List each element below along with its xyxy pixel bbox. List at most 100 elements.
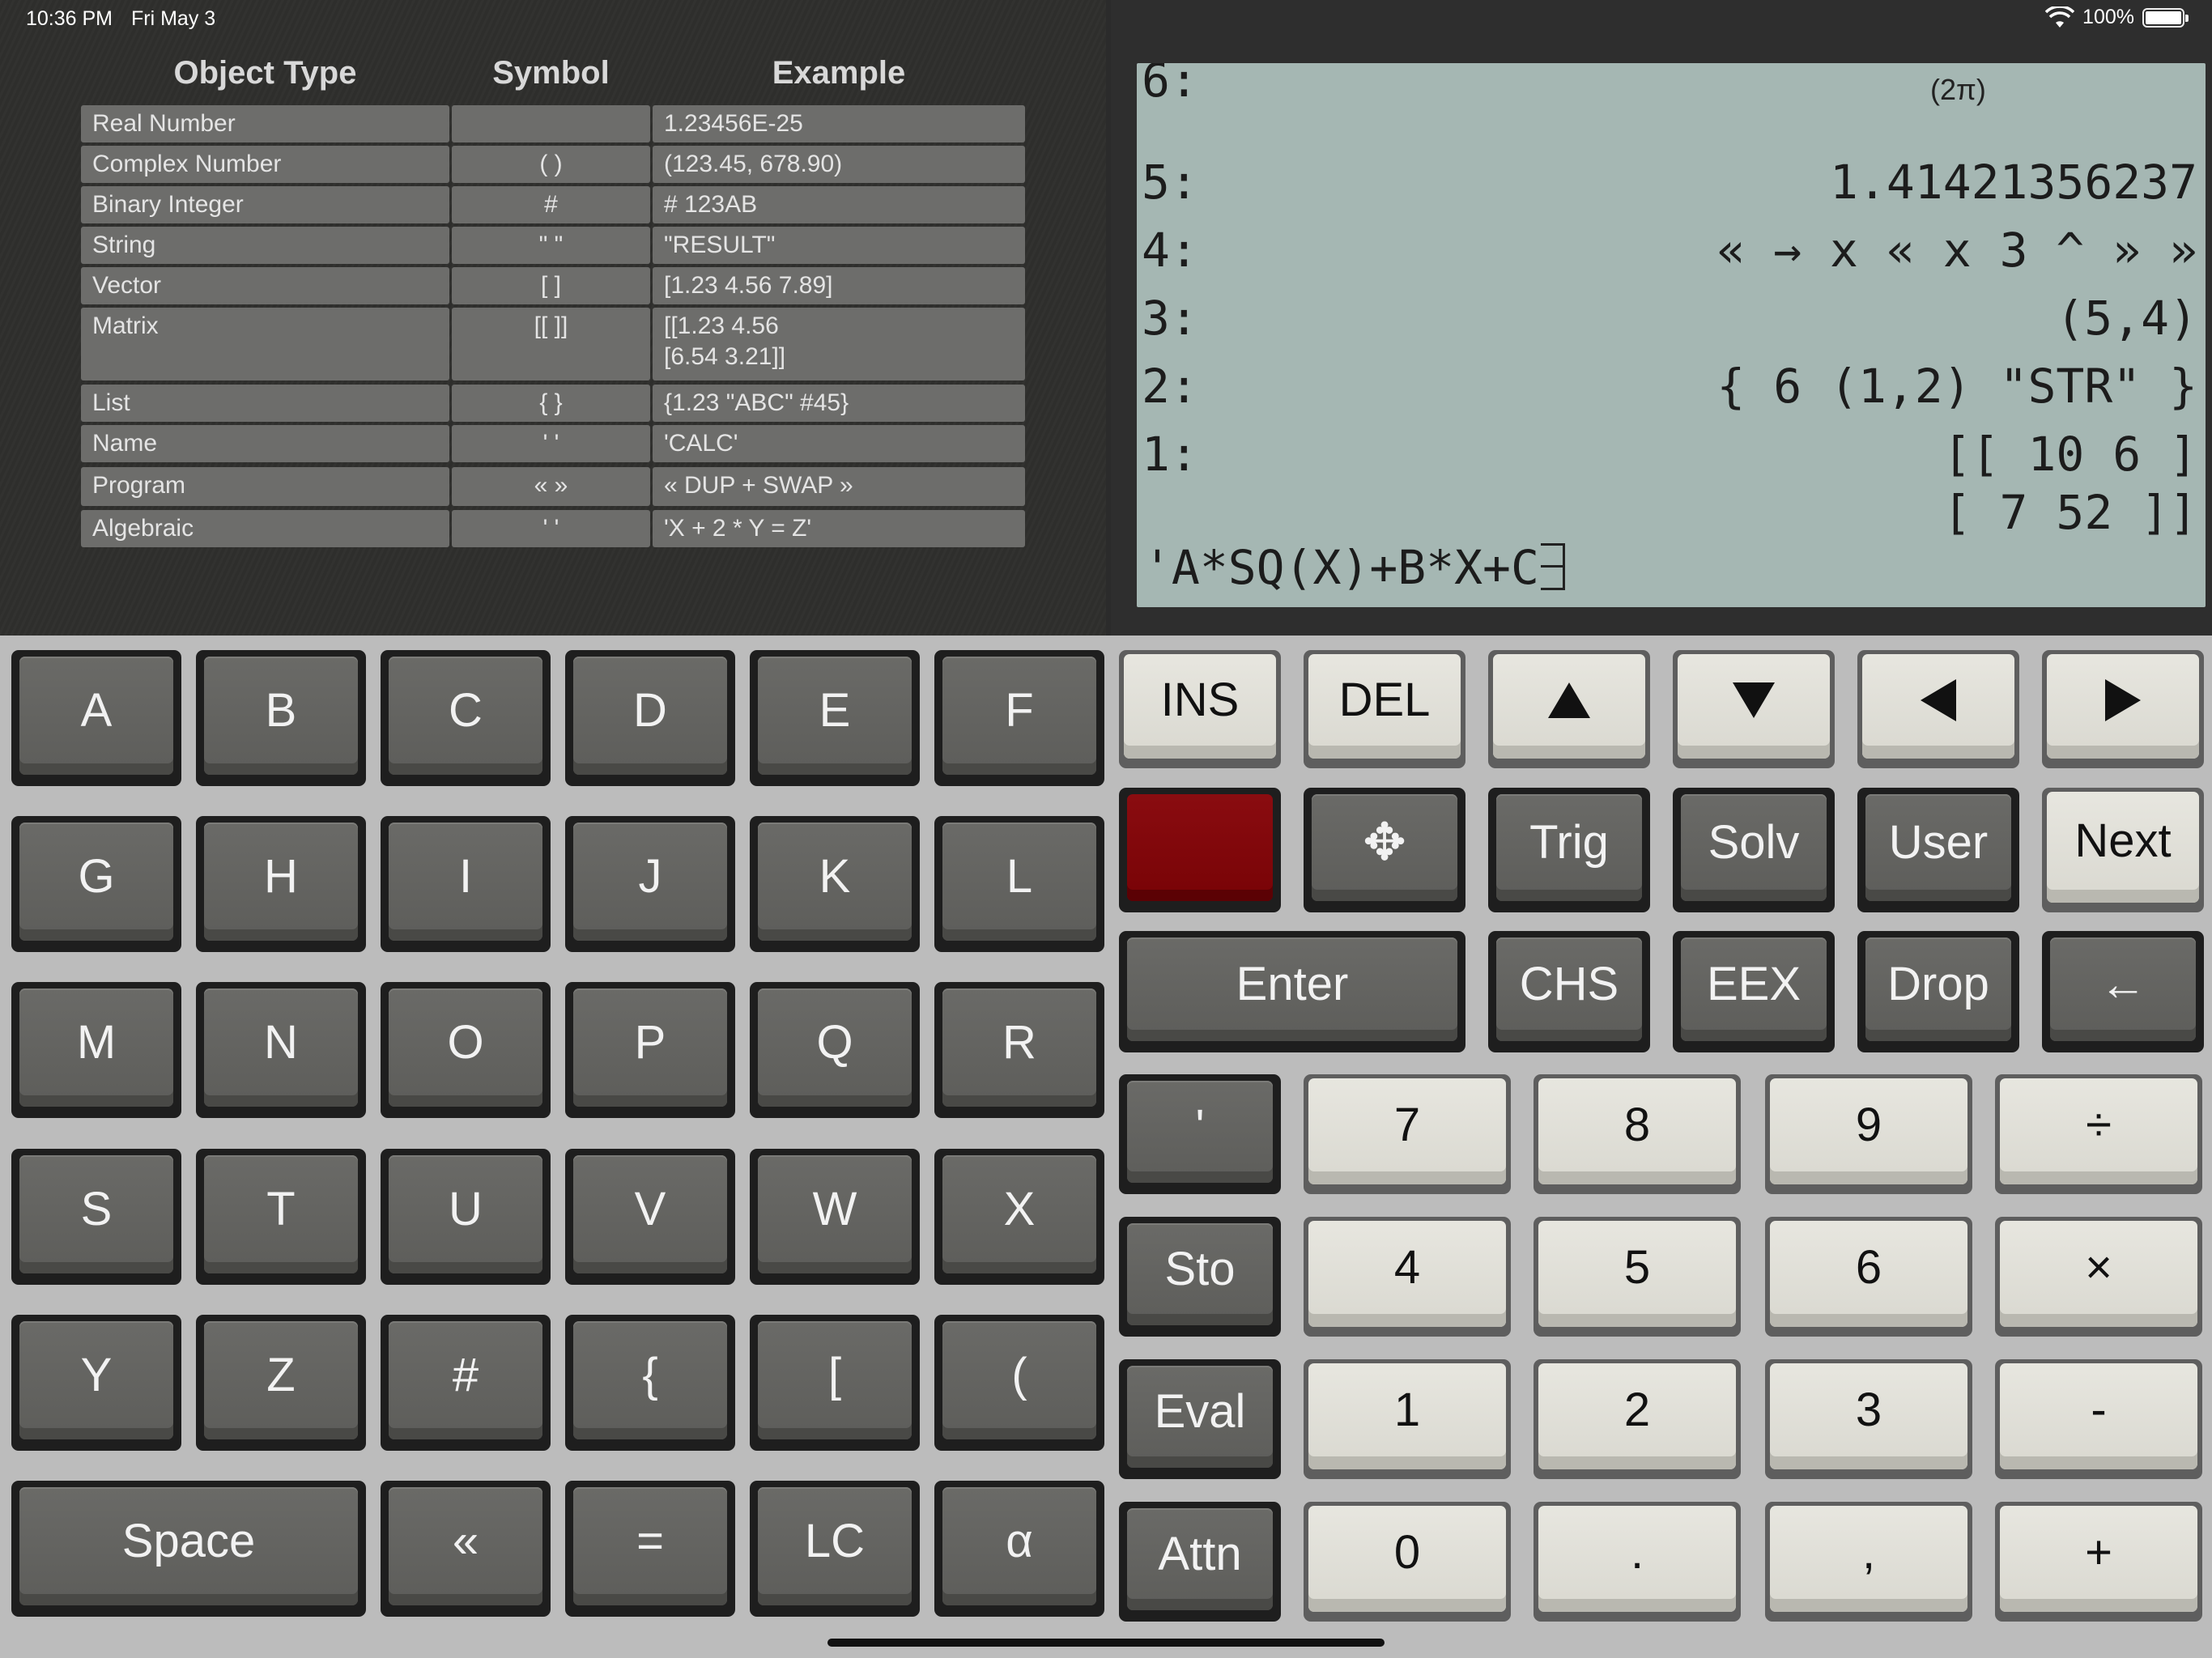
alpha-key-4-2[interactable]: # (381, 1315, 551, 1451)
alpha-key-2-2[interactable]: O (381, 982, 551, 1118)
cursor-up-key[interactable] (1488, 650, 1650, 768)
cursor-down-key[interactable] (1673, 650, 1835, 768)
num-key-3-1[interactable]: . (1534, 1502, 1741, 1622)
num-key-1-3[interactable]: × (1995, 1217, 2202, 1337)
status-date: Fri May 3 (131, 7, 216, 30)
alpha-key-1-1[interactable]: H (196, 816, 366, 952)
alpha-key-1-4[interactable]: K (750, 816, 920, 952)
cursor-left-key[interactable] (1857, 650, 2019, 768)
alpha-key-3-1[interactable]: T (196, 1149, 366, 1285)
ref-example-cell: 1.23456E-25 (653, 105, 1025, 142)
num-key-1-0[interactable]: 4 (1304, 1217, 1511, 1337)
alpha-key-3-0[interactable]: S (11, 1149, 181, 1285)
alpha-key-0-0[interactable]: A (11, 650, 181, 786)
cursor-right-key[interactable] (2042, 650, 2204, 768)
alpha-key-2-0-label: M (19, 988, 173, 1107)
alpha-key-1-0[interactable]: G (11, 816, 181, 952)
num-key-0-3[interactable]: ÷ (1995, 1074, 2202, 1194)
user-key[interactable]: User (1857, 788, 2019, 912)
alpha-key-3-3[interactable]: V (565, 1149, 735, 1285)
stack-level-5: 5: 1.41421356237 (1142, 154, 2197, 210)
num-key-2-1[interactable]: 2 (1534, 1359, 1741, 1479)
shift-key[interactable] (1119, 788, 1281, 912)
ref-example-cell: "RESULT" (653, 227, 1025, 264)
num-key-2-3[interactable]: - (1995, 1359, 2202, 1479)
alpha-key-4-3-label: { (573, 1321, 727, 1439)
lowercase-key[interactable]: LC (750, 1481, 920, 1617)
equals-key[interactable]: = (565, 1481, 735, 1617)
shift-key-label (1127, 794, 1273, 901)
command-line[interactable]: 'A*SQ(X)+B*X+C (1143, 539, 1565, 596)
alpha-key-2-3[interactable]: P (565, 982, 735, 1118)
home-indicator[interactable] (827, 1639, 1385, 1647)
alpha-key-4-5[interactable]: ( (934, 1315, 1104, 1451)
num-key-1-2-label: 6 (1770, 1221, 1967, 1327)
drop-key[interactable]: Drop (1857, 931, 2019, 1052)
alpha-key-4-3[interactable]: { (565, 1315, 735, 1451)
alpha-key-0-3[interactable]: D (565, 650, 735, 786)
sto-key[interactable]: Sto (1119, 1217, 1281, 1337)
next-key[interactable]: Next (2042, 788, 2204, 912)
alpha-key[interactable]: α (934, 1481, 1104, 1617)
cursor-mode-key[interactable]: ✥ (1304, 788, 1465, 912)
num-key-1-2[interactable]: 6 (1765, 1217, 1972, 1337)
alpha-key-4-4[interactable]: [ (750, 1315, 920, 1451)
alpha-key-1-2-label: I (389, 823, 542, 941)
alpha-key-1-2[interactable]: I (381, 816, 551, 952)
solv-key[interactable]: Solv (1673, 788, 1835, 912)
alpha-key-4-0[interactable]: Y (11, 1315, 181, 1451)
eval-key[interactable]: Eval (1119, 1359, 1281, 1479)
alpha-key-2-1[interactable]: N (196, 982, 366, 1118)
trig-key-label: Trig (1496, 794, 1642, 901)
alpha-key-label: α (942, 1487, 1096, 1605)
num-key-3-3[interactable]: + (1995, 1502, 2202, 1622)
alpha-key-2-0[interactable]: M (11, 982, 181, 1118)
num-key-1-1[interactable]: 5 (1534, 1217, 1741, 1337)
del-key[interactable]: DEL (1304, 650, 1465, 768)
alpha-key-0-2[interactable]: C (381, 650, 551, 786)
num-key-0-0[interactable]: 7 (1304, 1074, 1511, 1194)
ref-type-cell: Matrix (81, 308, 449, 380)
left-arrow-icon (1921, 678, 1956, 721)
alpha-key-4-5-label: ( (942, 1321, 1096, 1439)
stack-level-4: 4: « → x « x 3 ^ » » (1142, 222, 2197, 278)
num-key-3-2[interactable]: , (1765, 1502, 1972, 1622)
chs-key[interactable]: CHS (1488, 931, 1650, 1052)
alpha-key-3-5[interactable]: X (934, 1149, 1104, 1285)
alpha-key-0-5[interactable]: F (934, 650, 1104, 786)
header-symbol: Symbol (492, 55, 610, 91)
ref-type-cell: Name (81, 425, 449, 462)
num-key-3-0[interactable]: 0 (1304, 1502, 1511, 1622)
num-key-1-3-label: × (2000, 1221, 2197, 1327)
alpha-key-0-1[interactable]: B (196, 650, 366, 786)
alpha-key-0-5-label: F (942, 657, 1096, 775)
ref-type-cell: Binary Integer (81, 186, 449, 223)
alpha-key-1-5[interactable]: L (934, 816, 1104, 952)
alpha-key-3-0-label: S (19, 1155, 173, 1273)
ref-example-cell: 'CALC' (653, 425, 1025, 462)
program-delimiter-key[interactable]: « (381, 1481, 551, 1617)
num-key-2-0[interactable]: 1 (1304, 1359, 1511, 1479)
alpha-key-4-1[interactable]: Z (196, 1315, 366, 1451)
ref-example-cell: {1.23 "ABC" #45} (653, 385, 1025, 422)
next-key-label: Next (2047, 792, 2199, 903)
eex-key[interactable]: EEX (1673, 931, 1835, 1052)
enter-key[interactable]: Enter (1119, 931, 1465, 1052)
sto-key-label: Sto (1127, 1223, 1273, 1325)
attn-key[interactable]: Attn (1119, 1502, 1281, 1622)
alpha-key-1-3[interactable]: J (565, 816, 735, 952)
drop-key-label: Drop (1865, 937, 2011, 1041)
space-key[interactable]: Space (11, 1481, 366, 1617)
alpha-key-2-4[interactable]: Q (750, 982, 920, 1118)
num-key-0-1[interactable]: 8 (1534, 1074, 1741, 1194)
backspace-key[interactable]: ← (2042, 931, 2204, 1052)
alpha-key-3-2[interactable]: U (381, 1149, 551, 1285)
alpha-key-2-5[interactable]: R (934, 982, 1104, 1118)
trig-key[interactable]: Trig (1488, 788, 1650, 912)
alpha-key-3-4[interactable]: W (750, 1149, 920, 1285)
num-key-0-2[interactable]: 9 (1765, 1074, 1972, 1194)
quote-key[interactable]: ' (1119, 1074, 1281, 1194)
num-key-2-2[interactable]: 3 (1765, 1359, 1972, 1479)
alpha-key-0-4[interactable]: E (750, 650, 920, 786)
ins-key[interactable]: INS (1119, 650, 1281, 768)
